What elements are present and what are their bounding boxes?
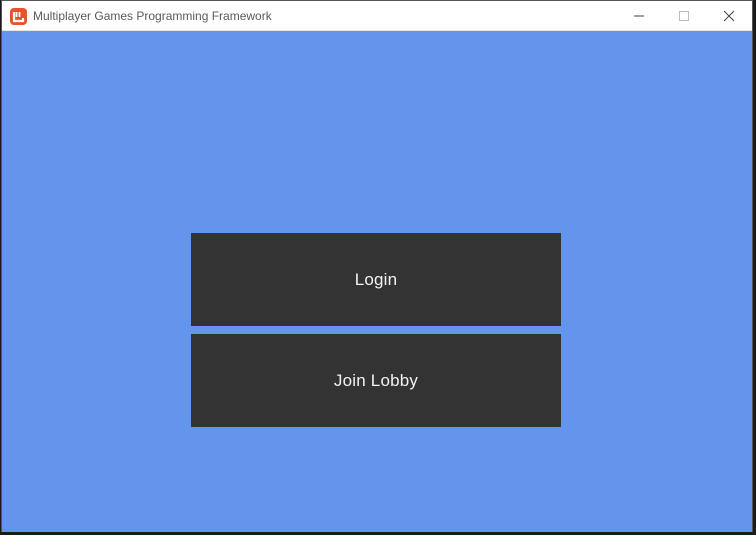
login-button[interactable]: Login	[191, 233, 561, 326]
monogame-logo-icon	[10, 8, 27, 25]
join-lobby-button[interactable]: Join Lobby	[191, 334, 561, 427]
minimize-button[interactable]	[616, 1, 661, 31]
title-bar[interactable]: Multiplayer Games Programming Framework	[2, 1, 752, 31]
app-window: Multiplayer Games Programming Framework …	[1, 0, 753, 532]
close-button[interactable]	[706, 1, 751, 31]
game-canvas: Login Join Lobby	[2, 31, 752, 532]
close-icon	[723, 10, 734, 22]
maximize-icon	[678, 11, 689, 21]
maximize-button[interactable]	[661, 1, 706, 31]
minimize-icon	[633, 15, 644, 17]
window-title: Multiplayer Games Programming Framework	[33, 9, 272, 23]
